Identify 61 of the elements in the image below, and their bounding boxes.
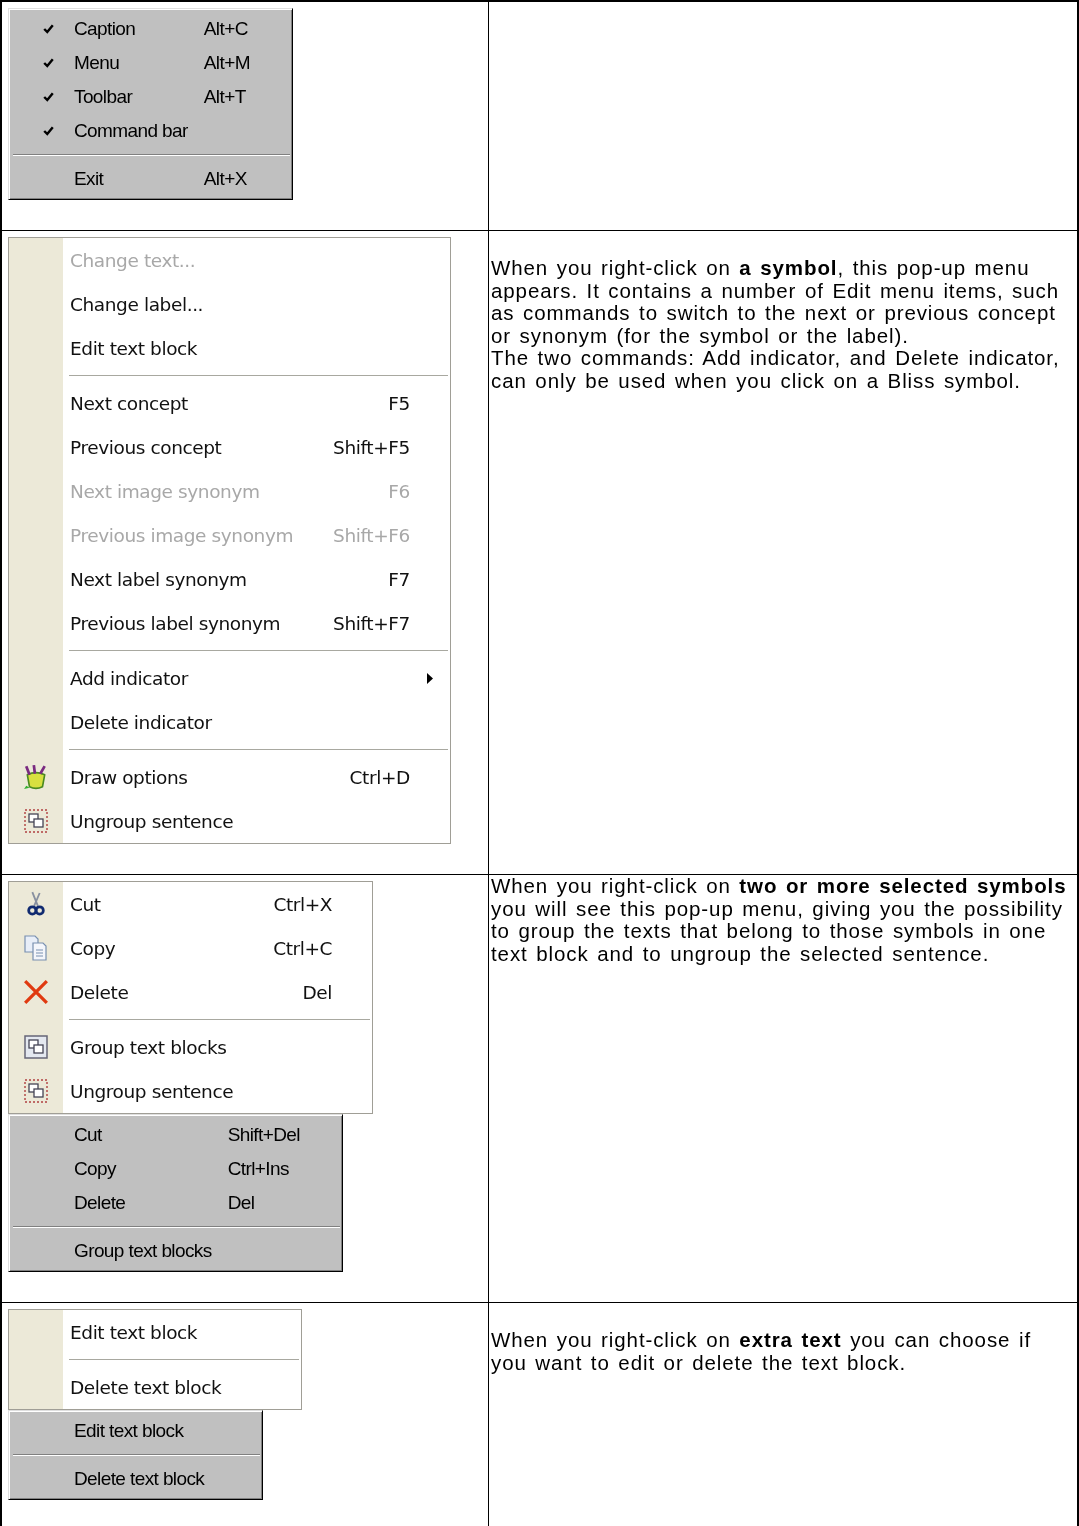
menu-item[interactable]: Cut Ctrl+X bbox=[9, 882, 373, 926]
check-icon bbox=[43, 24, 54, 34]
menu-item[interactable]: Cut Shift+Del bbox=[11, 1118, 300, 1152]
menu-item[interactable]: Previous concept Shift+F5 bbox=[9, 425, 450, 469]
shortcut-label: F6 bbox=[388, 480, 410, 502]
shortcut-label: Shift+F5 bbox=[333, 436, 410, 458]
scissors-icon bbox=[25, 891, 47, 917]
menu-item[interactable]: Ungroup sentence bbox=[9, 1069, 373, 1113]
description-text: When you right-click on extra text you can choose if you want to edit or delete the text block. bbox=[491, 1329, 1032, 1374]
squares-icon bbox=[24, 1035, 48, 1059]
menu-item[interactable]: Toolbar Alt+T bbox=[11, 80, 250, 114]
check-icon bbox=[43, 126, 54, 136]
shortcut-label: F5 bbox=[388, 392, 410, 414]
menu-item[interactable]: Draw options Ctrl+D bbox=[9, 755, 450, 799]
shortcut-label: Ctrl+Ins bbox=[227, 1158, 290, 1180]
menu-item[interactable]: Ungroup sentence bbox=[9, 799, 450, 843]
menu-item[interactable]: Delete Del bbox=[11, 1186, 300, 1220]
x-icon bbox=[23, 979, 49, 1005]
shortcut-label: F7 bbox=[388, 568, 410, 590]
menu-item[interactable]: Caption Alt+C bbox=[11, 12, 250, 46]
menu-item[interactable]: Edit text block bbox=[9, 1310, 302, 1354]
description-text: When you right-click on a symbol, this pop-up menu appears. It contains a number of Edit menu items, such as commands to switch to the next or previous concept or synonym (for the symbol or the label). bbox=[491, 257, 1060, 347]
dashed-squares-icon bbox=[24, 1079, 48, 1103]
shortcut-label: Ctrl+X bbox=[273, 893, 333, 915]
shortcut-label: Shift+Del bbox=[227, 1124, 300, 1146]
shortcut-label: Shift+F6 bbox=[333, 524, 410, 546]
dashed-squares-icon bbox=[24, 809, 48, 833]
menu-item[interactable]: Next label synonym F7 bbox=[9, 557, 450, 601]
submenu-arrow-icon bbox=[426, 672, 433, 684]
menu-item[interactable]: Menu Alt+M bbox=[11, 46, 250, 80]
menu-item[interactable]: Group text blocks bbox=[11, 1234, 300, 1268]
menu-item[interactable]: Exit Alt+X bbox=[11, 162, 250, 196]
menu-item[interactable]: Add indicator bbox=[9, 656, 450, 700]
menu-item[interactable]: Command bar bbox=[11, 114, 250, 148]
shortcut-label: Alt+T bbox=[203, 86, 247, 108]
menu-item[interactable]: Copy Ctrl+Ins bbox=[11, 1152, 300, 1186]
copy-icon bbox=[24, 935, 48, 961]
menu-item[interactable]: Delete indicator bbox=[9, 700, 450, 744]
menu-item[interactable]: Group text blocks bbox=[9, 1025, 373, 1069]
menu-item[interactable]: Previous label synonym Shift+F7 bbox=[9, 601, 450, 645]
menu-item[interactable]: Delete Del bbox=[9, 970, 373, 1014]
menu-item[interactable]: Copy Ctrl+C bbox=[9, 926, 373, 970]
shortcut-label: Alt+C bbox=[203, 18, 249, 40]
menu-item[interactable]: Edit text block bbox=[11, 1414, 221, 1448]
menu-item[interactable]: Edit text block bbox=[9, 326, 450, 370]
menu-item[interactable]: Delete text block bbox=[9, 1365, 302, 1409]
shortcut-label: Ctrl+C bbox=[273, 937, 333, 959]
menu-item[interactable]: Delete text block bbox=[11, 1462, 221, 1496]
description-text: When you right-click on two or more selected symbols you will see this pop-up menu, giving you the possibility to group the texts that belong to those symbols in one text block and to ungroup the selected sentence. bbox=[491, 875, 1068, 965]
shortcut-label: Del bbox=[227, 1192, 256, 1214]
shortcut-label: Del bbox=[302, 981, 333, 1003]
shortcut-label: Alt+M bbox=[203, 52, 250, 74]
check-icon bbox=[43, 58, 54, 68]
menu-item[interactable]: Next concept F5 bbox=[9, 381, 450, 425]
menu-item[interactable]: Change label... bbox=[9, 282, 450, 326]
paint-pot-icon bbox=[23, 764, 49, 790]
description-text: The two commands: Add indicator, and Delete indicator, can only be used when you click on a Bliss symbol. bbox=[491, 347, 1061, 392]
check-icon bbox=[43, 92, 54, 102]
shortcut-label: Alt+X bbox=[203, 168, 248, 190]
shortcut-label: Ctrl+D bbox=[349, 766, 410, 788]
shortcut-label: Shift+F7 bbox=[333, 612, 410, 634]
